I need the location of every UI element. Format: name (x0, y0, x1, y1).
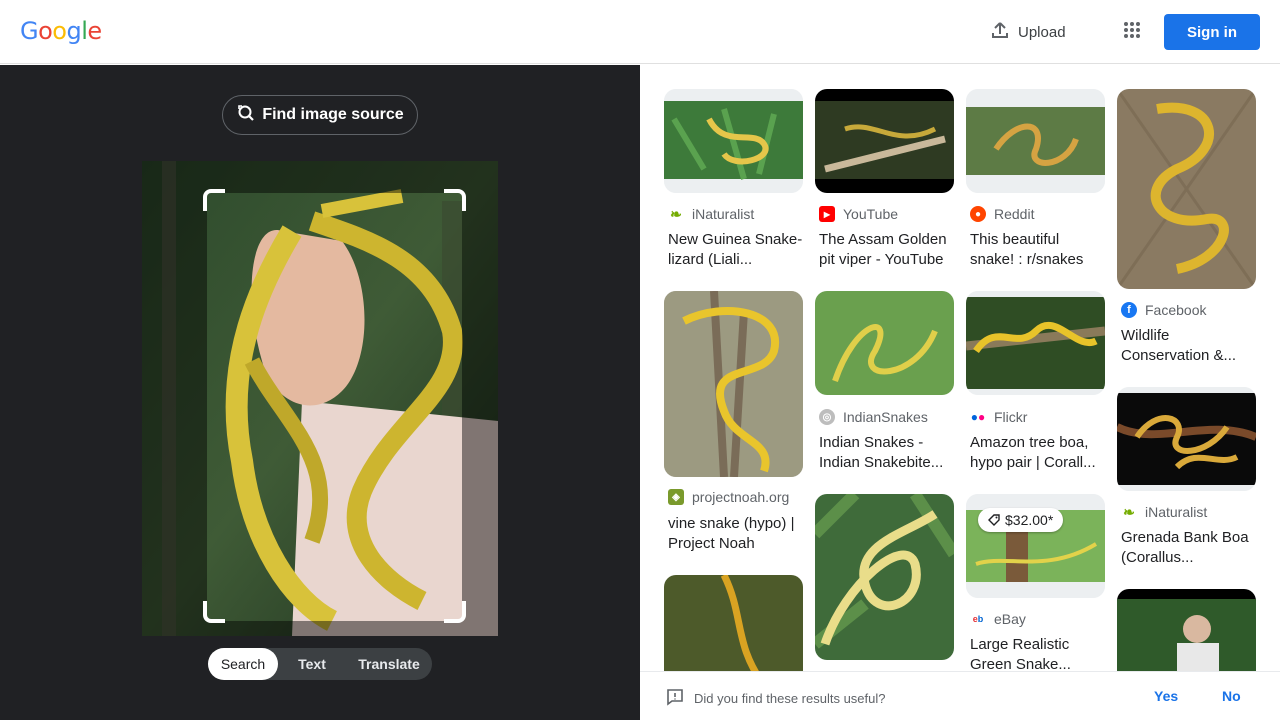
result-source[interactable]: f Facebook (1121, 302, 1206, 318)
result-thumbnail[interactable] (966, 291, 1105, 395)
result-source[interactable]: ❧ iNaturalist (668, 205, 755, 223)
upload-label: Upload (1018, 23, 1066, 41)
result-thumbnail[interactable] (1117, 387, 1256, 491)
logo-letter: e (87, 17, 102, 45)
result-source[interactable]: ◎ IndianSnakes (819, 409, 928, 425)
result-thumbnail[interactable] (664, 575, 803, 685)
feedback-question: Did you find these results useful? (666, 688, 886, 709)
result-thumbnail[interactable] (664, 291, 803, 477)
find-image-source-button[interactable]: Find image source (222, 95, 418, 135)
result-title[interactable]: vine snake (hypo) | Project Noah (668, 514, 804, 554)
result-title[interactable]: Indian Snakes - Indian Snakebite... (819, 433, 955, 473)
source-label: projectnoah.org (692, 489, 790, 505)
ebay-icon: eb (972, 614, 984, 624)
google-logo[interactable]: Google (20, 17, 102, 45)
reddit-icon: ● (970, 206, 986, 222)
mode-text-tab[interactable]: Text (278, 648, 346, 680)
crop-handle-top-left[interactable] (203, 189, 225, 211)
source-label: iNaturalist (692, 206, 755, 222)
result-title[interactable]: Wildlife Conservation &... (1121, 326, 1257, 366)
price-badge: $32.00* (978, 508, 1064, 532)
source-label: Facebook (1145, 302, 1207, 318)
lens-mode-switcher: Search Text Translate (208, 648, 432, 680)
price-tag-icon (988, 514, 1000, 526)
apps-button[interactable] (1120, 18, 1144, 46)
result-source[interactable]: ◈ projectnoah.org (668, 489, 789, 505)
mode-translate-tab[interactable]: Translate (346, 648, 432, 680)
logo-letter: o (52, 17, 67, 45)
lens-search-icon (236, 103, 256, 128)
feedback-bar: Did you find these results useful? Yes N… (640, 671, 1280, 720)
result-source[interactable]: ▶ YouTube (819, 206, 898, 222)
inaturalist-icon: ❧ (1123, 503, 1135, 520)
visual-matches-panel: ❧ iNaturalist New Guinea Snake-lizard (L… (640, 65, 1280, 720)
result-source[interactable]: ● Reddit (970, 206, 1034, 222)
sign-in-button[interactable]: Sign in (1164, 14, 1260, 50)
result-thumbnail[interactable] (815, 291, 954, 395)
source-label: Reddit (994, 206, 1035, 222)
result-title[interactable]: The Assam Golden pit viper - YouTube (819, 230, 955, 270)
feedback-no-button[interactable]: No (1222, 688, 1241, 704)
youtube-icon: ▶ (819, 206, 835, 222)
logo-letter: g (66, 17, 82, 45)
feedback-yes-button[interactable]: Yes (1154, 688, 1178, 704)
query-image-panel: Find image source Search Text Translate (0, 65, 640, 720)
crop-handle-bottom-left[interactable] (203, 601, 225, 623)
result-source[interactable]: ● ● Flickr (970, 409, 1028, 425)
price-label: $32.00* (1005, 512, 1054, 528)
indiansnakes-icon: ◎ (819, 409, 835, 425)
feedback-question-text: Did you find these results useful? (694, 691, 886, 706)
crop-handle-bottom-right[interactable] (444, 601, 466, 623)
feedback-icon (666, 688, 684, 709)
query-image[interactable] (142, 161, 498, 636)
result-thumbnail[interactable] (815, 494, 954, 660)
result-source[interactable]: eb eBay (970, 611, 1026, 627)
mode-search-tab[interactable]: Search (208, 648, 278, 680)
facebook-icon: f (1121, 302, 1137, 318)
result-title[interactable]: New Guinea Snake-lizard (Liali... (668, 230, 804, 270)
result-title[interactable]: Amazon tree boa, hypo pair | Corall... (970, 433, 1106, 473)
result-source[interactable]: ❧ iNaturalist (1121, 503, 1208, 521)
flickr-icon: ● ● (970, 410, 986, 424)
source-label: IndianSnakes (843, 409, 928, 425)
source-label: YouTube (843, 206, 899, 222)
upload-button[interactable]: Upload (990, 18, 1066, 46)
apps-grid-icon (1123, 21, 1141, 44)
crop-handle-top-right[interactable] (444, 189, 466, 211)
source-label: iNaturalist (1145, 504, 1208, 520)
find-image-source-label: Find image source (262, 106, 404, 123)
projectnoah-icon: ◈ (668, 489, 684, 505)
result-thumbnail[interactable] (966, 89, 1105, 193)
result-thumbnail[interactable] (815, 89, 954, 193)
source-label: eBay (994, 611, 1026, 627)
result-title[interactable]: Grenada Bank Boa (Corallus... (1121, 528, 1257, 568)
source-label: Flickr (994, 409, 1028, 425)
result-title[interactable]: This beautiful snake! : r/snakes (970, 230, 1106, 270)
top-bar: Google Upload Sign in (0, 0, 1280, 64)
logo-letter: G (20, 17, 39, 45)
inaturalist-icon: ❧ (670, 205, 682, 222)
result-thumbnail[interactable] (1117, 89, 1256, 289)
upload-icon (990, 20, 1010, 44)
result-thumbnail[interactable] (664, 89, 803, 193)
logo-letter: o (38, 17, 53, 45)
result-thumbnail[interactable]: $32.00* (966, 494, 1105, 598)
result-title[interactable]: Large Realistic Green Snake... (970, 635, 1106, 675)
